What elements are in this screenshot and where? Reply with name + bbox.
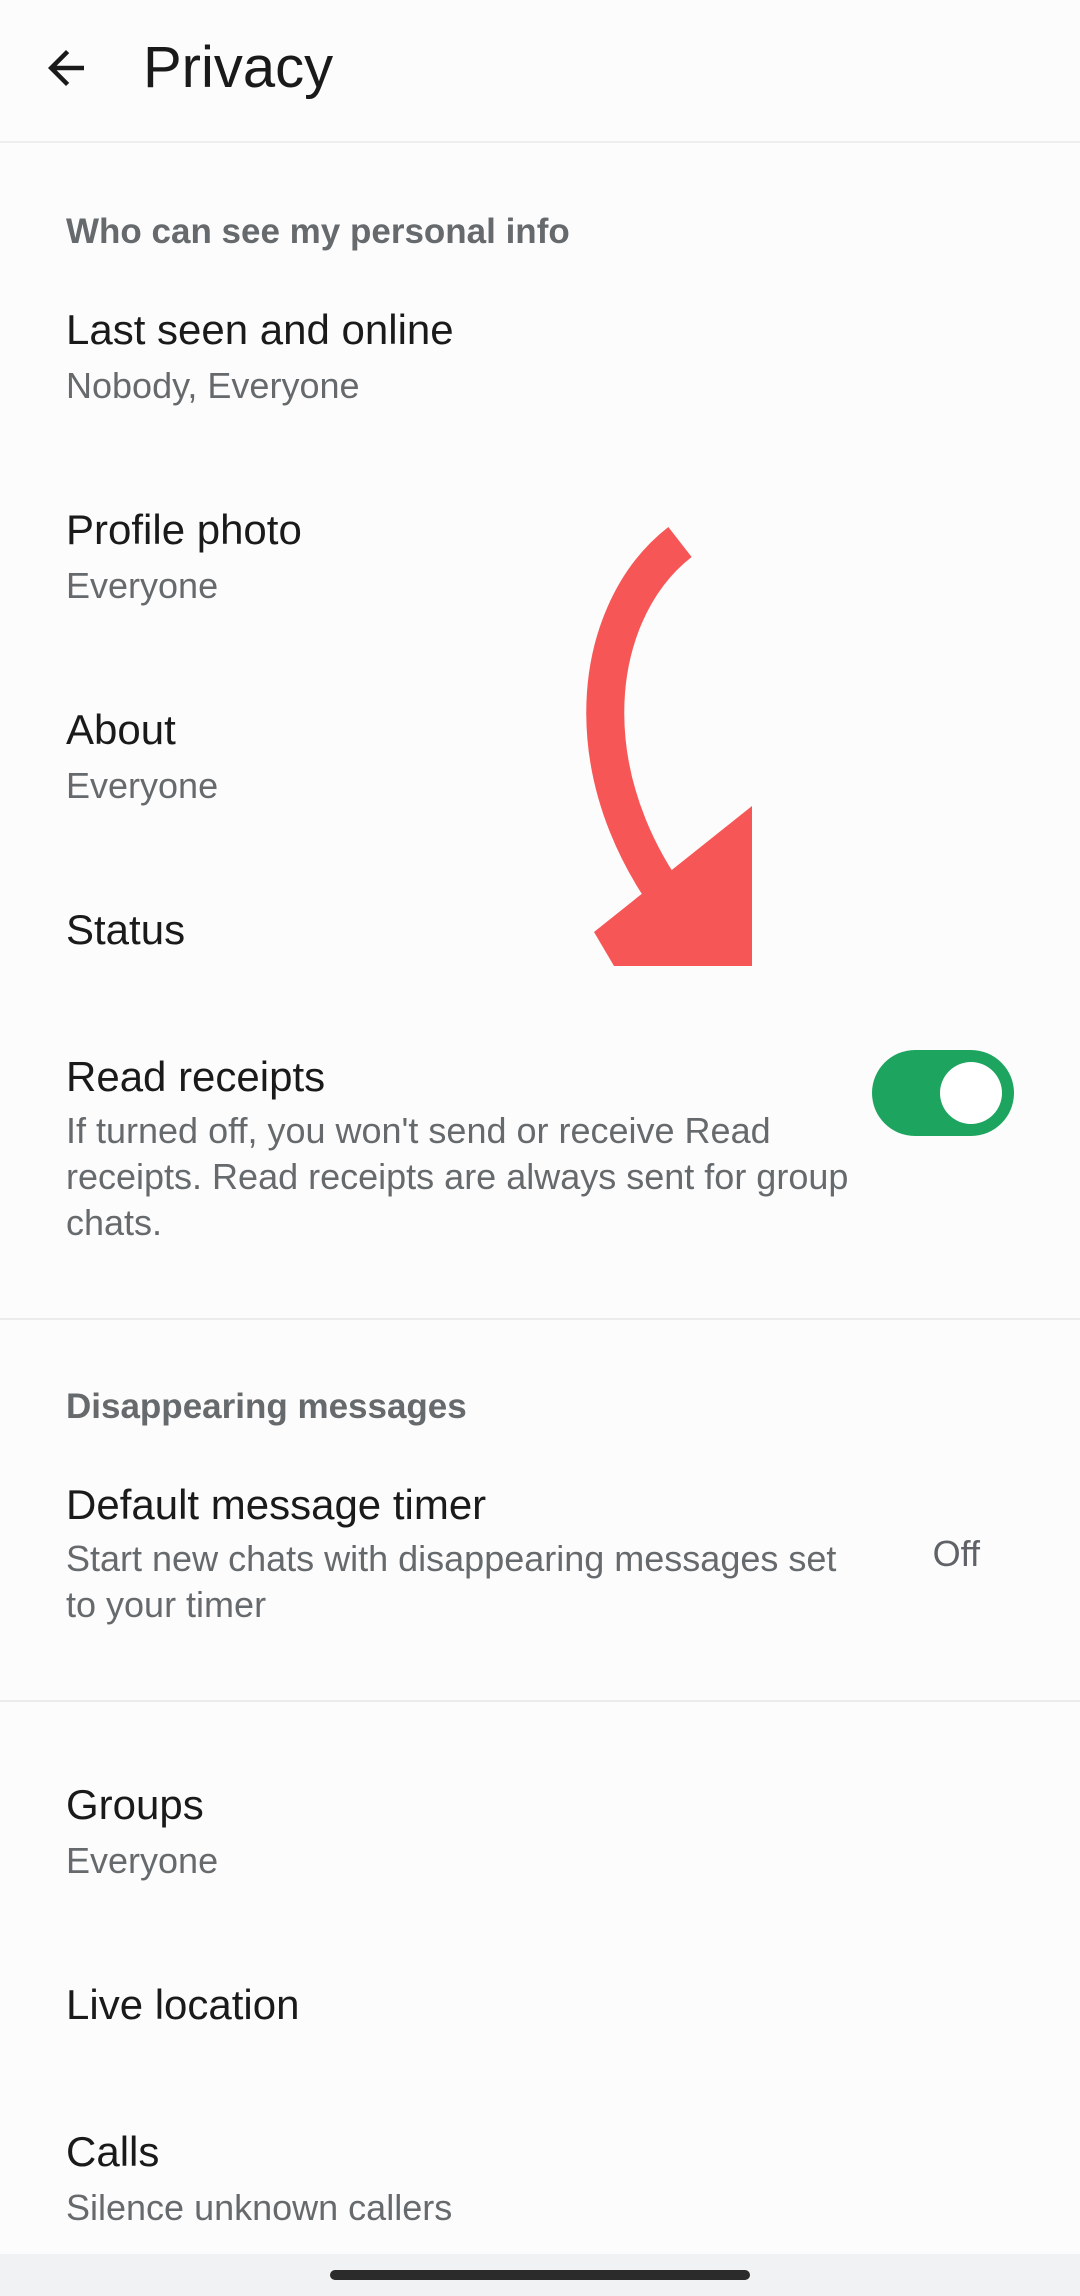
back-button[interactable]	[28, 30, 104, 106]
item-description: If turned off, you won't send or receive…	[66, 1110, 849, 1243]
item-title: Last seen and online	[66, 306, 454, 353]
list-item-profile-photo[interactable]: Profile photo Everyone	[0, 495, 1080, 665]
item-subtitle: Everyone	[66, 765, 219, 806]
item-title: Calls	[66, 2128, 160, 2175]
item-title: About	[66, 706, 176, 753]
item-subtitle: Silence unknown callers	[66, 2187, 453, 2228]
list-item-groups[interactable]: Groups Everyone	[0, 1770, 1080, 1940]
list-item-calls[interactable]: Calls Silence unknown callers	[0, 2117, 1080, 2257]
list-item-status[interactable]: Status	[0, 895, 1080, 1015]
item-subtitle: Nobody, Everyone	[66, 365, 360, 406]
item-subtitle: Everyone	[66, 565, 219, 606]
item-subtitle: Everyone	[66, 1840, 219, 1881]
divider	[0, 1700, 1080, 1702]
item-title: Read receipts	[66, 1053, 326, 1100]
item-title: Live location	[66, 1981, 300, 2028]
annotation-arrow-icon	[586, 527, 752, 966]
item-title: Groups	[66, 1781, 204, 1828]
top-app-bar: Privacy	[0, 0, 1080, 143]
list-item-live-location[interactable]: Live location	[0, 1970, 1080, 2090]
timer-value: Off	[932, 1533, 980, 1574]
list-item-default-message-timer[interactable]: Default message timer Start new chats wi…	[0, 1470, 1080, 1660]
page-title: Privacy	[143, 35, 334, 100]
privacy-screen: Privacy Who can see my personal info Las…	[0, 0, 1080, 2296]
read-receipts-toggle[interactable]	[872, 1050, 1014, 1136]
section-header-personal-info: Who can see my personal info	[66, 212, 570, 251]
toggle-knob	[940, 1062, 1002, 1124]
home-gesture-handle[interactable]	[330, 2270, 750, 2280]
list-item-last-seen[interactable]: Last seen and online Nobody, Everyone	[0, 295, 1080, 465]
item-title: Profile photo	[66, 506, 302, 553]
section-header-disappearing: Disappearing messages	[66, 1387, 467, 1426]
item-description: Start new chats with disappearing messag…	[66, 1538, 837, 1625]
gesture-nav-bar	[0, 2254, 1080, 2296]
item-title: Default message timer	[66, 1481, 487, 1528]
item-title: Status	[66, 906, 186, 953]
list-item-about[interactable]: About Everyone	[0, 695, 1080, 865]
arrow-left-icon	[48, 50, 84, 86]
divider	[0, 1318, 1080, 1320]
